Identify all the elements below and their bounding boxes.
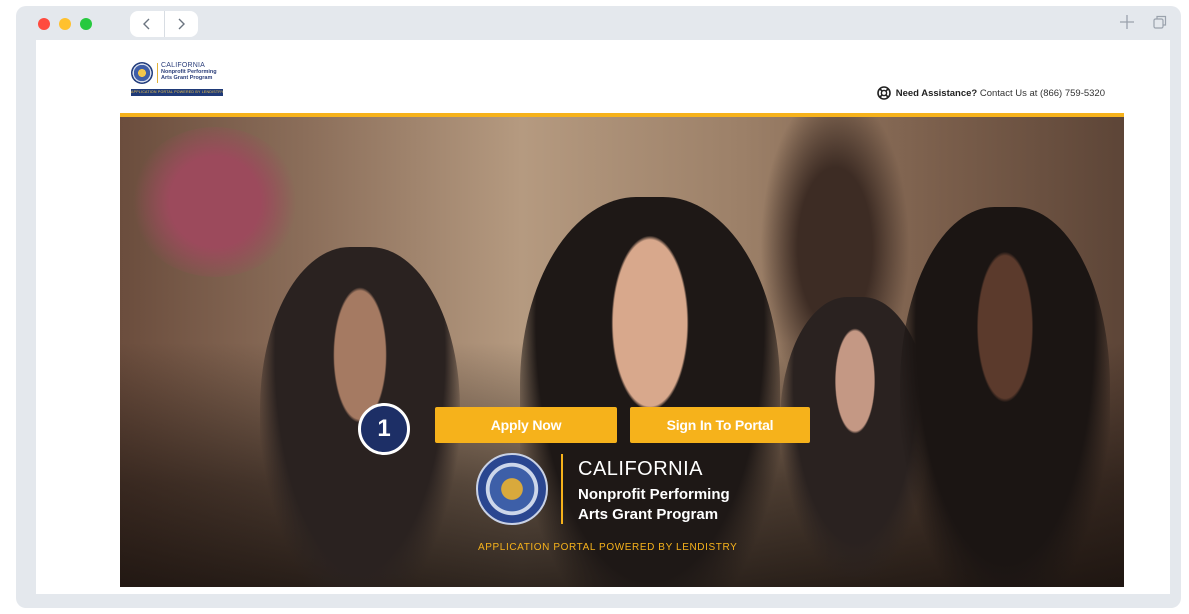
logo-line-1: CALIFORNIA <box>161 62 206 69</box>
minimize-window-button[interactable] <box>59 18 71 30</box>
hero-divider <box>561 454 563 524</box>
window-controls <box>38 18 92 30</box>
forward-button[interactable] <box>163 11 199 37</box>
hero-actions: Apply Now Sign In To Portal <box>435 407 810 443</box>
dancer-center <box>520 197 780 587</box>
chevron-left-icon <box>142 18 150 30</box>
tabs-icon[interactable] <box>1153 15 1167 29</box>
maximize-window-button[interactable] <box>80 18 92 30</box>
back-button[interactable] <box>130 11 164 37</box>
apply-now-button[interactable]: Apply Now <box>435 407 617 443</box>
lifebuoy-icon <box>876 86 891 100</box>
plus-icon[interactable] <box>1119 14 1135 30</box>
browser-window: CALIFORNIA Nonprofit Performing Arts Gra… <box>16 6 1181 608</box>
close-window-button[interactable] <box>38 18 50 30</box>
hero-subtitle-line-2: Arts Grant Program <box>578 506 719 523</box>
window-tools <box>1119 14 1167 30</box>
hero-title: CALIFORNIA <box>578 458 704 480</box>
hero-tagline: APPLICATION PORTAL POWERED BY LENDISTRY <box>478 542 738 553</box>
state-seal-icon <box>476 453 548 525</box>
logo-tagline: APPLICATION PORTAL POWERED BY LENDISTRY <box>131 89 223 96</box>
bg-blossom <box>130 127 300 277</box>
assistance-contact[interactable]: Need Assistance? Contact Us at (866) 759… <box>876 86 1105 100</box>
page-viewport: CALIFORNIA Nonprofit Performing Arts Gra… <box>36 40 1170 594</box>
logo-line-3: Arts Grant Program <box>161 75 213 81</box>
site-logo[interactable]: CALIFORNIA Nonprofit Performing Arts Gra… <box>131 62 223 98</box>
chevron-right-icon <box>178 18 186 30</box>
logo-divider <box>157 63 158 83</box>
assistance-phone[interactable]: Contact Us at (866) 759-5320 <box>980 88 1105 99</box>
hero-banner: Apply Now Sign In To Portal 1 CALIFORNIA… <box>120 117 1124 587</box>
seal-icon <box>131 62 153 84</box>
assistance-label: Need Assistance? <box>895 87 978 99</box>
sign-in-portal-button[interactable]: Sign In To Portal <box>630 407 810 443</box>
history-nav <box>130 11 198 37</box>
hero-subtitle-line-1: Nonprofit Performing <box>578 486 730 503</box>
step-badge: 1 <box>358 403 410 455</box>
dancer-right <box>900 207 1110 587</box>
